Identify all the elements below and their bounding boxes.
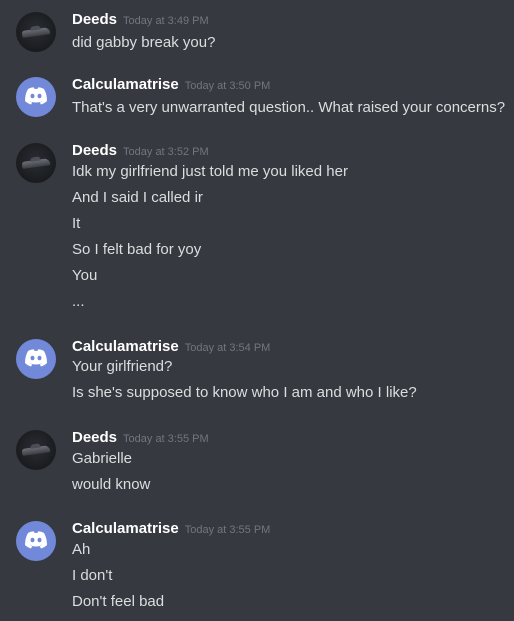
- message-text: It: [72, 215, 81, 232]
- username[interactable]: Deeds: [72, 429, 117, 446]
- chat-messages: Deeds Today at 3:49 PM did gabby break yo…: [0, 0, 514, 621]
- timestamp: Today at 3:52 PM: [123, 146, 209, 158]
- message-group: Calculamatrise Today at 3:55 PM Ah I don'…: [0, 519, 514, 616]
- message-text: Your girlfriend?: [72, 358, 173, 375]
- discord-logo-icon[interactable]: [16, 521, 56, 561]
- username[interactable]: Calculamatrise: [72, 76, 179, 93]
- message-text: Gabrielle: [72, 450, 133, 467]
- car-avatar-icon[interactable]: [16, 430, 56, 470]
- message-group: Calculamatrise Today at 3:54 PM Your girl…: [0, 337, 514, 411]
- timestamp: Today at 3:55 PM: [123, 433, 209, 445]
- username[interactable]: Deeds: [72, 142, 117, 159]
- message-text: ...: [72, 293, 85, 310]
- message-text: That's a very unwarranted question.. Wha…: [72, 99, 506, 116]
- username[interactable]: Calculamatrise: [72, 338, 179, 355]
- message-group: Deeds Today at 3:49 PM did gabby break yo…: [0, 10, 514, 60]
- timestamp: Today at 3:49 PM: [123, 15, 209, 27]
- message-header: Deeds Today at 3:49 PM: [72, 10, 209, 31]
- timestamp: Today at 3:50 PM: [184, 80, 271, 92]
- message-text: did gabby break you?: [72, 34, 216, 51]
- message-text: So I felt bad for yoy: [72, 241, 202, 258]
- timestamp: Today at 3:54 PM: [184, 342, 271, 354]
- message-group: Calculamatrise Today at 3:50 PM That's a …: [0, 75, 514, 125]
- car-avatar-icon[interactable]: [16, 143, 56, 183]
- message-header: Calculamatrise Today at 3:50 PM: [72, 75, 270, 96]
- message-header: Calculamatrise Today at 3:54 PM: [72, 337, 270, 358]
- message-header: Deeds Today at 3:52 PM: [72, 141, 209, 162]
- discord-logo-icon[interactable]: [16, 77, 56, 117]
- discord-logo-icon[interactable]: [16, 339, 56, 379]
- message-text: You: [72, 267, 98, 284]
- message-group: Deeds Today at 3:52 PM Idk my girlfriend …: [0, 141, 514, 313]
- username[interactable]: Calculamatrise: [72, 520, 179, 537]
- message-group: Deeds Today at 3:55 PM Gabrielle would kn…: [0, 428, 514, 502]
- message-text: Ah: [72, 541, 91, 558]
- car-avatar-icon[interactable]: [16, 12, 56, 52]
- message-text: Idk my girlfriend just told me you liked…: [72, 163, 348, 180]
- message-text: And I said I called ir: [72, 189, 203, 206]
- message-text: Is she's supposed to know who I am and w…: [72, 384, 417, 401]
- message-header: Calculamatrise Today at 3:55 PM: [72, 519, 270, 540]
- message-text: I don't: [72, 567, 113, 584]
- message-header: Deeds Today at 3:55 PM: [72, 428, 209, 449]
- timestamp: Today at 3:55 PM: [184, 524, 271, 536]
- message-text: would know: [72, 476, 151, 493]
- username[interactable]: Deeds: [72, 11, 117, 28]
- message-text: Don't feel bad: [72, 593, 165, 610]
